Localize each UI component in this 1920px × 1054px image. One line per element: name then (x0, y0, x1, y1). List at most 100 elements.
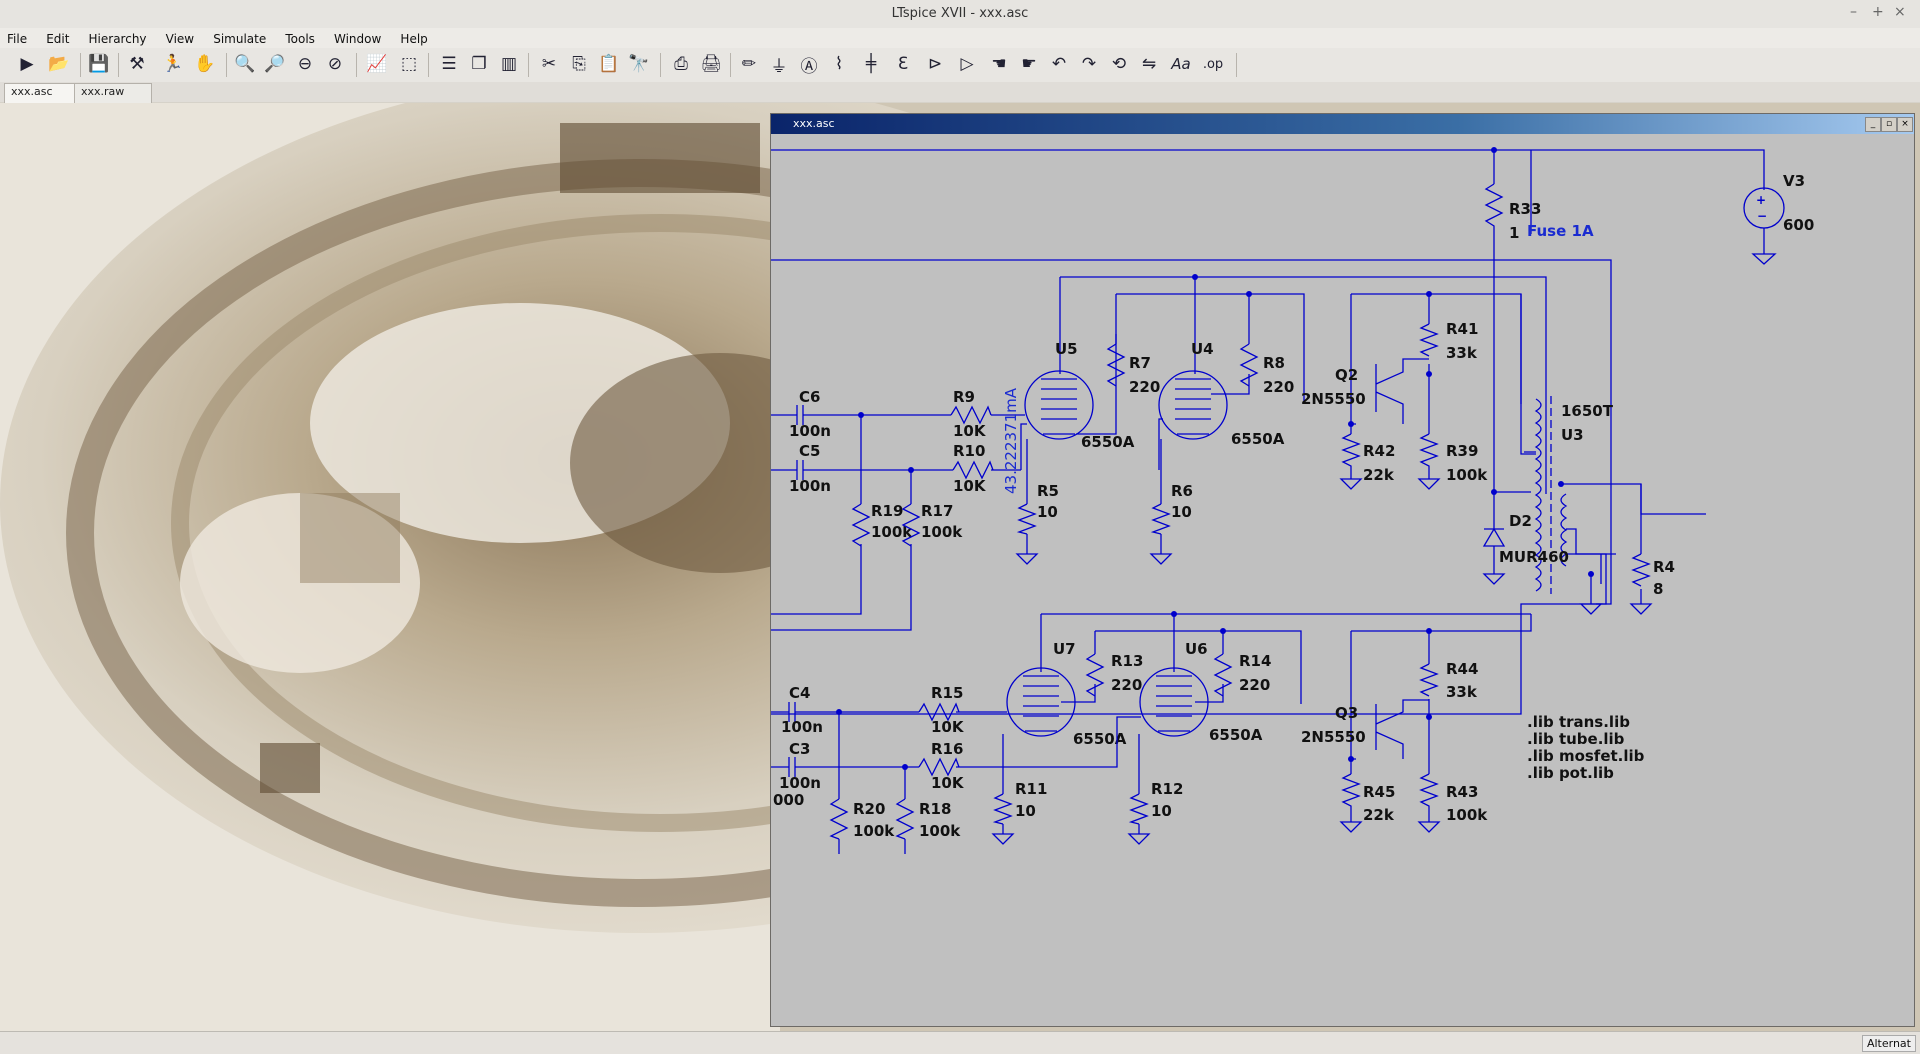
r43-label: R43 (1446, 783, 1478, 801)
mdi-minimize-button[interactable]: _ (1865, 117, 1881, 132)
tab-label: xxx.raw (81, 85, 125, 98)
print-icon[interactable]: 🖨 (698, 51, 724, 77)
lib-directive-trans[interactable]: .lib trans.lib (1527, 713, 1630, 731)
r18-label: R18 (919, 800, 951, 818)
mirror-icon[interactable]: ⇋ (1136, 51, 1162, 77)
spice-directive-icon[interactable]: .op (1200, 51, 1226, 77)
q2-label: Q2 (1335, 366, 1358, 384)
menu-hierarchy[interactable]: Hierarchy (82, 30, 154, 48)
r41-value: 33k (1446, 344, 1478, 362)
autorange-icon[interactable]: ⬚ (396, 51, 422, 77)
print-setup-icon[interactable]: ⎙ (668, 51, 694, 77)
find-icon[interactable]: 🔭 (626, 51, 652, 77)
tab-schematic[interactable]: xxx.asc (4, 83, 80, 104)
menu-file[interactable]: File (0, 30, 34, 48)
waveform-icon[interactable]: 📈 (364, 51, 390, 77)
u3-label: U3 (1561, 426, 1584, 444)
paste-icon[interactable]: 📋 (596, 51, 622, 77)
zoom-out-icon[interactable]: ⊖ (292, 51, 318, 77)
tile-horizontal-icon[interactable]: ☰ (436, 51, 462, 77)
r9-label: R9 (953, 388, 975, 406)
label-icon[interactable]: Ⓐ (796, 51, 822, 77)
cascade-icon[interactable]: ❐ (466, 51, 492, 77)
tile-vertical-icon[interactable]: ▥ (496, 51, 522, 77)
run-icon[interactable]: ▶ (14, 51, 40, 77)
r4-value: 8 (1653, 580, 1663, 598)
mdi-restore-button[interactable]: ▫ (1881, 117, 1897, 132)
component-icon[interactable]: ▷ (954, 51, 980, 77)
capacitor-icon[interactable]: ╪ (858, 51, 884, 77)
r20-value: 100k (853, 822, 895, 840)
c6-value: 100n (789, 422, 831, 440)
zoom-area-icon[interactable]: 🔎 (262, 51, 288, 77)
ground-icon[interactable]: ⏚ (766, 51, 792, 77)
r44-label: R44 (1446, 660, 1478, 678)
r12-value: 10 (1151, 802, 1172, 820)
u4-type: 6550A (1231, 430, 1285, 448)
pencil-icon[interactable]: ✏ (736, 51, 762, 77)
lib-directive-pot[interactable]: .lib pot.lib (1527, 764, 1614, 782)
c4-label: C4 (789, 684, 810, 702)
r39-value: 100k (1446, 466, 1488, 484)
title-bar: LTspice XVII - xxx.asc – + × (0, 0, 1920, 29)
u6-label: U6 (1185, 640, 1208, 658)
r44-value: 33k (1446, 683, 1478, 701)
text-icon[interactable]: Aa (1168, 51, 1194, 77)
tube-u4 (1158, 370, 1228, 440)
c3-label: C3 (789, 740, 810, 758)
q3-label: Q3 (1335, 704, 1358, 722)
drag-icon[interactable]: ☛ (1016, 51, 1042, 77)
q2-value: 2N5550 (1301, 390, 1366, 408)
move-icon[interactable]: ☚ (986, 51, 1012, 77)
r18-value: 100k (919, 822, 961, 840)
mdi-close-button[interactable]: × (1897, 117, 1913, 132)
r14-label: R14 (1239, 652, 1271, 670)
menu-edit[interactable]: Edit (39, 30, 76, 48)
copy-icon[interactable]: ⎘ (566, 51, 592, 77)
menu-window[interactable]: Window (327, 30, 388, 48)
tab-bar: xxx.asc xxx.raw (0, 82, 1920, 104)
r15-label: R15 (931, 684, 963, 702)
r8-value: 220 (1263, 378, 1294, 396)
open-icon[interactable]: 📂 (46, 51, 72, 77)
maximize-button[interactable]: + (1872, 4, 1884, 20)
resistor-icon[interactable]: ⌇ (826, 51, 852, 77)
r6-label: R6 (1171, 482, 1193, 500)
zoom-in-icon[interactable]: 🔍 (232, 51, 258, 77)
status-mode: Alternat (1861, 1035, 1916, 1052)
runner-icon[interactable]: 🏃 (160, 51, 186, 77)
tab-waveform[interactable]: xxx.raw (74, 83, 152, 104)
redo-icon[interactable]: ↷ (1076, 51, 1102, 77)
r15-value: 10K (931, 718, 965, 736)
c5-value: 100n (789, 477, 831, 495)
rotate-icon[interactable]: ⟲ (1106, 51, 1132, 77)
r7-value: 220 (1129, 378, 1160, 396)
zoom-cancel-icon[interactable]: ⊘ (322, 51, 348, 77)
r13-label: R13 (1111, 652, 1143, 670)
pan-hand-icon[interactable]: ✋ (192, 51, 218, 77)
lib-directive-tube[interactable]: .lib tube.lib (1527, 730, 1625, 748)
cut-icon[interactable]: ✂ (536, 51, 562, 77)
c4-value: 100n (781, 718, 823, 736)
lib-directive-mosfet[interactable]: .lib mosfet.lib (1527, 747, 1645, 765)
menu-view[interactable]: View (159, 30, 201, 48)
d2-label: D2 (1509, 512, 1532, 530)
r13-value: 220 (1111, 676, 1142, 694)
save-icon[interactable]: 💾 (86, 51, 112, 77)
menu-help[interactable]: Help (393, 30, 434, 48)
c5-label: C5 (799, 442, 820, 460)
svg-text:+: + (1756, 193, 1766, 207)
r14-value: 220 (1239, 676, 1270, 694)
diode-icon[interactable]: ⊳ (922, 51, 948, 77)
close-button[interactable]: × (1894, 4, 1906, 20)
hammer-icon[interactable]: ⚒ (124, 51, 150, 77)
undo-icon[interactable]: ↶ (1046, 51, 1072, 77)
menu-simulate[interactable]: Simulate (206, 30, 273, 48)
minimize-button[interactable]: – (1850, 4, 1857, 20)
r42-value: 22k (1363, 466, 1395, 484)
r8-label: R8 (1263, 354, 1285, 372)
inductor-icon[interactable]: Ɛ (890, 51, 916, 77)
menu-tools[interactable]: Tools (278, 30, 322, 48)
schematic-canvas[interactable]: R33 1 Fuse 1A + − V3 600 C6 100n R9 10K … (771, 134, 1914, 1026)
r7-label: R7 (1129, 354, 1151, 372)
